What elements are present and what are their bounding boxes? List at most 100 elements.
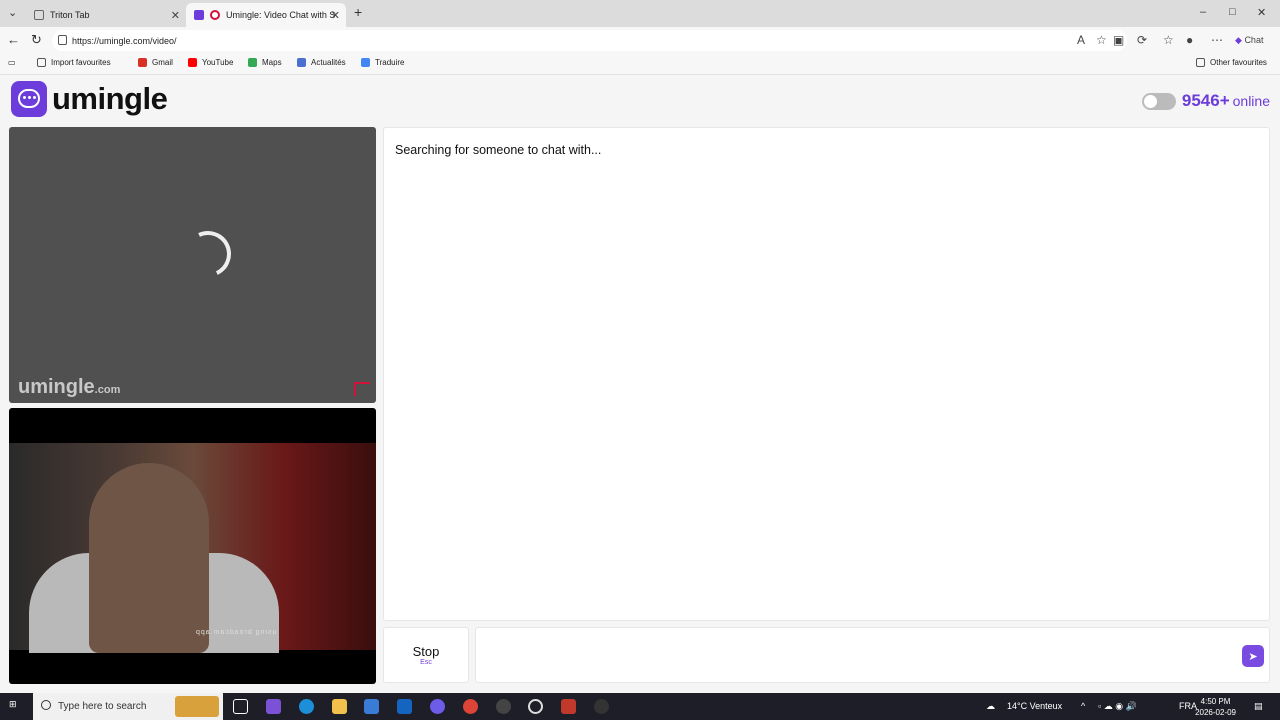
weather-icon[interactable]: ☁ [986,701,995,712]
message-input[interactable]: ➤ [475,627,1270,683]
tray-chevron-icon[interactable]: ^ [1081,701,1085,711]
bookmark-traduire[interactable]: Traduire [361,58,405,67]
folder-icon [1196,58,1205,67]
umingle-logo[interactable]: umingle [11,81,168,117]
tab-umingle[interactable]: Umingle: Video Chat with Str ✕ [186,3,346,27]
url-text: https://umingle.com/video/ [72,35,177,46]
app-icon[interactable] [528,699,543,714]
reload-icon[interactable]: ↻ [31,32,42,48]
taskbar-search[interactable]: Type here to search [33,693,223,720]
bookmarks-bar: ▭ Import favourites Gmail YouTube Maps A… [0,54,1280,75]
triton-favicon-icon [34,10,44,20]
gmail-icon [138,58,147,67]
lock-icon [58,35,67,45]
umingle-favicon-icon [194,10,204,20]
obs-icon[interactable] [496,699,511,714]
address-bar[interactable]: https://umingle.com/video/ [52,30,1127,51]
store-icon[interactable] [364,699,379,714]
other-favourites[interactable]: Other favourites [1196,58,1267,67]
edge-icon[interactable] [299,699,314,714]
bookmark-label: Maps [262,58,282,67]
report-flag-icon[interactable] [354,382,370,396]
clock[interactable]: 4:50 PM 2026-02-09 [1195,696,1236,718]
tab-list-icon[interactable]: ⌄ [8,6,17,19]
app-icon[interactable] [561,699,576,714]
stop-label: Stop [412,644,440,659]
chrome-icon[interactable] [463,699,478,714]
bookmark-youtube[interactable]: YouTube [188,58,233,67]
camera-feed: using broadcam.app [9,443,376,653]
outlook-icon[interactable] [397,699,412,714]
close-icon[interactable]: ✕ [171,9,180,22]
camera-overlay-text: using broadcam.app [195,629,277,636]
copilot-chat-button[interactable]: ◆ Chat [1235,35,1263,46]
browser-toolbar: ← ↻ https://umingle.com/video/ A ☆ ▣ ⟳ ☆… [0,27,1280,54]
stop-shortcut: Esc [420,659,432,666]
bookmark-label: Import favourites [51,58,111,67]
search-highlight-icon [175,696,219,717]
profile-icon[interactable]: ● [1186,33,1193,47]
brand-name: umingle [52,81,168,116]
copilot-icon[interactable] [266,699,281,714]
extensions-icon[interactable]: ⟳ [1137,33,1147,47]
bookmark-import[interactable]: Import favourites [37,58,111,67]
chat-bubble-icon [11,81,47,117]
tray-icons[interactable]: ▫ ☁ ◉ 🔊 [1098,701,1137,712]
bookmark-actualites[interactable]: Actualités [297,58,346,67]
windows-taskbar: ⊞ Type here to search ☁ 14°C Venteux ^ ▫… [0,693,1280,720]
task-view-icon[interactable] [233,699,248,714]
bookmark-label: Gmail [152,58,173,67]
weather-text[interactable]: 14°C Venteux [1007,701,1062,711]
umingle-page: umingle 9546+ online umingle.com using b… [0,75,1280,693]
tab-title: Umingle: Video Chat with Str [226,10,336,20]
bookmark-label: YouTube [202,58,234,67]
online-count: 9546+ [1181,91,1230,110]
youtube-icon [188,58,197,67]
minimize-icon[interactable]: – [1200,6,1206,18]
online-label: online [1232,93,1270,109]
favourite-star-icon[interactable]: ☆ [1096,33,1107,47]
news-icon [297,58,306,67]
import-icon [37,58,46,67]
clock-time: 4:50 PM [1200,697,1231,706]
tab-triton[interactable]: Triton Tab ✕ [26,3,186,27]
search-icon [41,700,51,710]
stranger-video: umingle.com [9,127,376,403]
maps-icon [248,58,257,67]
bookmark-gmail[interactable]: Gmail [138,58,173,67]
app-icon[interactable] [430,699,445,714]
app-icon[interactable] [594,699,609,714]
notifications-icon[interactable]: ▤ [1254,701,1263,712]
video-watermark: umingle.com [18,376,121,398]
chat-log: Searching for someone to chat with... [383,127,1270,621]
read-aloud-icon[interactable]: A [1077,33,1085,47]
bookmark-label: Traduire [375,58,405,67]
file-explorer-icon[interactable] [332,699,347,714]
close-icon[interactable]: ✕ [331,9,340,22]
more-icon[interactable]: ⋯ [1211,33,1223,47]
stop-button[interactable]: Stop Esc [383,627,469,683]
copilot-icon: ◆ [1235,35,1242,45]
sidebar-toggle-icon[interactable]: ▭ [8,58,16,67]
browser-tab-bar: ⌄ Triton Tab ✕ Umingle: Video Chat with … [0,0,1280,27]
split-screen-icon[interactable]: ▣ [1113,33,1124,47]
back-icon[interactable]: ← [7,32,20,47]
window-close-icon[interactable]: ✕ [1257,6,1266,19]
send-icon[interactable]: ➤ [1242,645,1264,667]
tab-title: Triton Tab [50,10,90,20]
other-favourites-label: Other favourites [1210,58,1267,67]
status-message: Searching for someone to chat with... [395,143,602,157]
favourites-icon[interactable]: ☆ [1163,33,1174,47]
copilot-label: Chat [1244,35,1264,45]
translate-icon [361,58,370,67]
search-placeholder: Type here to search [58,701,147,712]
recording-icon [210,10,220,20]
self-camera-video: using broadcam.app [9,408,376,684]
windows-start-icon[interactable]: ⊞ [9,699,24,714]
theme-toggle[interactable] [1141,92,1176,110]
clock-date: 2026-02-09 [1195,708,1236,717]
online-indicator: 9546+ online [1141,91,1270,111]
maximize-icon[interactable]: □ [1229,6,1236,18]
new-tab-icon[interactable]: + [354,4,362,20]
bookmark-maps[interactable]: Maps [248,58,282,67]
